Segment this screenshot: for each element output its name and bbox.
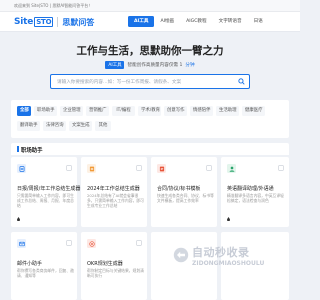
search-icon[interactable] [234, 75, 249, 88]
hero-title: 工作与生活，思默助你一臂之力 [76, 45, 224, 57]
tool-card[interactable]: 合同/协议/标书模板 快速生成各类合同、协议、标书等文件模板，提高工作效率 [151, 157, 217, 227]
tool-card[interactable]: 英语翻译助理/外语通 精准翻译多语言内容，中英互译轻松搞定，语法检查与润色 [221, 157, 289, 227]
card-title: 合同/协议/标书模板 [157, 186, 201, 192]
category-life[interactable]: 生活助理 [216, 106, 239, 116]
document-icon [87, 164, 96, 173]
category-emotion[interactable]: 情感陪伴 [190, 106, 213, 116]
tool-card[interactable]: OKR规划生成器 帮你制定目标与关键结果，规划清晰可执行 [81, 232, 147, 300]
category-panel: 全部 职场助手 企业管理 营销推广 IT/编程 学术/教育 创意写作 情感陪伴 … [11, 100, 289, 138]
hero-subtitle-text: 智能创作高质量内容仅需 1 [127, 63, 183, 68]
more-icon[interactable] [66, 165, 72, 171]
category-management[interactable]: 企业管理 [60, 106, 83, 116]
nav-text-to-speech[interactable]: 文字转语音 [213, 16, 248, 27]
section-header: 职场助手 [11, 143, 289, 155]
category-creative[interactable]: 创意写作 [164, 106, 187, 116]
section-accent-bar [17, 146, 19, 152]
category-workplace[interactable]: 职场助手 [34, 106, 57, 116]
target-icon [87, 239, 96, 248]
search-input[interactable]: 请输入你要搜索的内容…如：写一份工作周报、请假条、文案 [51, 79, 234, 85]
logo-divider [57, 17, 59, 27]
watermark-text: 自动秒收录 ZIDONGMIAOSHOULU [192, 244, 264, 267]
more-icon[interactable] [136, 165, 142, 171]
card-description: 只需要简单输入工作内容，即可生成工作总结、周报、月报、年度总结 [17, 193, 74, 208]
drop-icon [17, 217, 20, 222]
more-icon[interactable] [278, 165, 284, 171]
hero-subtitle: AI工具 智能创作高质量内容仅需 1 分钟 [0, 61, 300, 69]
mail-icon [17, 239, 26, 248]
card-description: 精准翻译多语言内容，中英互译轻松搞定，语法检查与润色 [227, 193, 284, 203]
navbar: Site STO 思默问答 AI工具 AI绘画 AIGC教程 文字转语音 日语 [0, 12, 300, 32]
nav-ai-painting[interactable]: AI绘画 [154, 16, 180, 27]
watermark-logo-icon [173, 247, 189, 263]
hero-tag: AI工具 [105, 61, 125, 69]
category-health[interactable]: 健康医疗 [242, 106, 265, 116]
card-description: 帮你撰写各类商务邮件，回复、邀请、通知等 [17, 268, 74, 278]
more-icon[interactable] [206, 165, 212, 171]
card-title: 英语翻译助理/外语通 [227, 186, 274, 192]
card-title: 2024年工作总结生成器 [87, 186, 140, 192]
nav-aigc-tutorial[interactable]: AIGC教程 [180, 16, 212, 27]
card-description: 帮你制定目标与关键结果，规划清晰可执行 [87, 268, 144, 278]
category-marketing[interactable]: 营销推广 [86, 106, 109, 116]
tool-card[interactable]: 邮件小助手 帮你撰写各类商务邮件，回复、邀请、通知等 [11, 232, 77, 300]
card-description: 2024年总结有了AI就会省事很多，只需简单输入工作内容，即可生成专业工作总结 [87, 193, 144, 208]
watermark-subtitle: ZIDONGMIAOSHOULU [192, 259, 265, 267]
watermark: 自动秒收录 ZIDONGMIAOSHOULU [173, 235, 293, 275]
category-other[interactable]: 其他 [95, 121, 111, 131]
more-icon[interactable] [136, 240, 142, 246]
hero: 工作与生活，思默助你一臂之力 AI工具 智能创作高质量内容仅需 1 分钟 请输入… [0, 33, 300, 93]
site-logo[interactable]: Site STO 思默问答 [14, 16, 94, 28]
main-nav: AI工具 AI绘画 AIGC教程 文字转语音 日语 [128, 16, 269, 27]
nav-japanese[interactable]: 日语 [248, 16, 269, 27]
welcome-text: 欢迎来到 Site|STO | 思默AI智能问答平台！ [14, 3, 93, 8]
tool-card[interactable]: 2024年工作总结生成器 2024年总结有了AI就会省事很多，只需简单输入工作内… [81, 157, 147, 227]
top-bar: 欢迎来到 Site|STO | 思默AI智能问答平台！ [0, 0, 300, 12]
watermark-title: 自动秒收录 [192, 245, 250, 259]
drop-icon [227, 217, 230, 222]
card-grid: 日报/周报/年工作总结生成器 只需要简单输入工作内容，即可生成工作总结、周报、月… [11, 157, 289, 300]
category-it[interactable]: IT/编程 [112, 106, 135, 116]
card-title: OKR规划生成器 [87, 261, 123, 267]
card-title: 日报/周报/年工作总结生成器 [17, 186, 81, 192]
search-box[interactable]: 请输入你要搜索的内容…如：写一份工作周报、请假条、文案 [50, 74, 250, 89]
section-title: 职场助手 [21, 147, 43, 154]
tool-card[interactable]: 日报/周报/年工作总结生成器 只需要简单输入工作内容，即可生成工作总结、周报、月… [11, 157, 81, 227]
more-icon[interactable] [66, 240, 72, 246]
contract-icon [157, 164, 166, 173]
category-translate[interactable]: 翻译助手 [17, 121, 40, 131]
report-icon [17, 164, 26, 173]
category-legal[interactable]: 法律咨询 [43, 121, 66, 131]
nav-ai-tools[interactable]: AI工具 [128, 16, 155, 27]
hero-subtitle-link: 分钟 [185, 63, 195, 68]
logo-text: Site STO [14, 17, 54, 27]
card-description: 快速生成各类合同、协议、标书等文件模板，提高工作效率 [157, 193, 214, 203]
category-all[interactable]: 全部 [17, 106, 31, 116]
logo-cn-text: 思默问答 [62, 17, 95, 27]
card-title: 邮件小助手 [17, 261, 43, 267]
person-icon [227, 164, 236, 173]
category-academic[interactable]: 学术/教育 [138, 106, 161, 116]
category-copywriting[interactable]: 文案生成 [69, 121, 92, 131]
